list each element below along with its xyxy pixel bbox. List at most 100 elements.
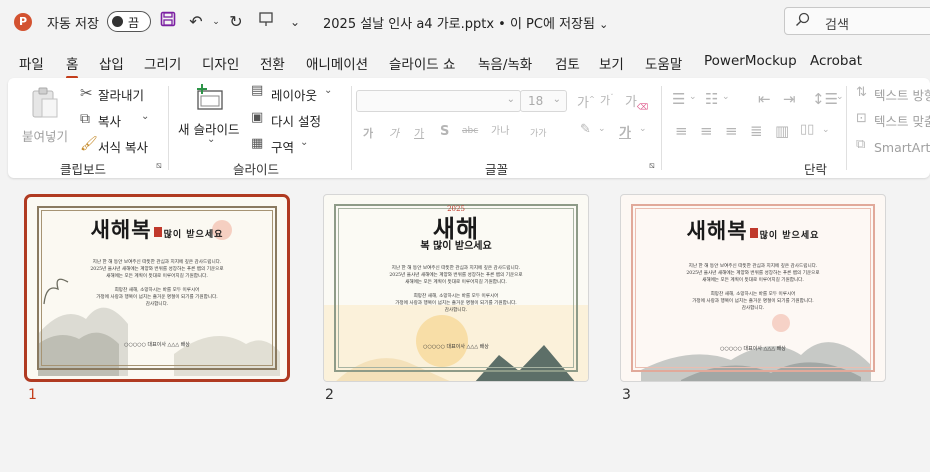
align-center-icon[interactable]: ≡: [700, 122, 713, 140]
document-title[interactable]: 2025 설날 인사 a4 가로.pptx • 이 PC에 저장됨 ⌄: [323, 13, 608, 32]
document-title-text: 2025 설날 인사 a4 가로.pptx • 이 PC에 저장됨: [323, 17, 595, 32]
columns-icon[interactable]: ▯▯: [800, 122, 814, 137]
tab-slideshow[interactable]: 슬라이드 쇼: [389, 53, 455, 73]
tab-record[interactable]: 녹음/녹화: [478, 53, 532, 73]
increase-indent-icon[interactable]: ⇥: [783, 90, 796, 108]
autosave-state: 끔: [128, 16, 140, 30]
strikethrough-icon[interactable]: abc: [462, 126, 478, 136]
highlight-icon[interactable]: ✎: [580, 122, 591, 137]
slide-2-canvas: 2025 새해 복 많이 받으세요 지난 한 해 동안 보여주신 따뜻한 관심과…: [323, 194, 589, 382]
search-input[interactable]: 검색: [784, 7, 930, 35]
line-spacing-dropdown-icon[interactable]: ⌄: [836, 92, 844, 102]
numbering-icon[interactable]: ☷: [705, 90, 718, 108]
tab-view[interactable]: 보기: [599, 53, 624, 73]
tab-animations[interactable]: 애니메이션: [306, 53, 368, 73]
tab-insert[interactable]: 삽입: [99, 53, 124, 73]
slide-thumbnail-1[interactable]: 새해복 많이 받으세요 지난 한 해 동안 보여주신 따뜻한 관심과 지지에 깊은…: [24, 194, 290, 382]
seal-icon: [749, 227, 758, 238]
undo-icon[interactable]: ↶: [186, 11, 206, 33]
powerpoint-app-icon[interactable]: P: [14, 13, 32, 31]
save-icon[interactable]: [158, 11, 178, 33]
present-icon[interactable]: [256, 11, 276, 33]
tab-home[interactable]: 홈: [66, 53, 79, 79]
grow-font-icon[interactable]: 가^: [577, 92, 595, 111]
tab-file[interactable]: 파일: [19, 53, 44, 73]
slide-2-signature: ○○○○○ 대표이사 △△△ 배상: [423, 344, 489, 350]
slide-1-signature: ○○○○○ 대표이사 △△△ 배상: [124, 342, 190, 348]
smartart-icon: ⧉: [856, 137, 866, 152]
paste-button[interactable]: 붙여넣기: [20, 84, 70, 146]
autosave-toggle[interactable]: 끔: [107, 11, 151, 32]
copy-button[interactable]: 복사: [98, 111, 121, 130]
slide-thumbnail-3[interactable]: 새해복 많이 받으세요 지난 한 해 동안 보여주신 따뜻한 관심과 지지에 깊은…: [620, 194, 886, 382]
tab-design[interactable]: 디자인: [202, 53, 239, 73]
font-color-dropdown-icon[interactable]: ⌄: [639, 124, 647, 134]
font-group-label: 글꼴: [485, 162, 509, 177]
clear-formatting-icon[interactable]: 가⌫: [625, 91, 648, 112]
slide-thumbnail-2[interactable]: 2025 새해 복 많이 받으세요 지난 한 해 동안 보여주신 따뜻한 관심과…: [323, 194, 589, 382]
bullets-dropdown-icon[interactable]: ⌄: [689, 92, 697, 102]
slide-1-body: 지난 한 해 동안 보여주신 따뜻한 관심과 지지에 깊은 감사드립니다. 202…: [90, 260, 224, 307]
format-painter-icon: 🖌: [80, 136, 98, 152]
slide-1-title: 새해복 많이 받으세요: [90, 217, 224, 242]
slide-3-canvas: 새해복 많이 받으세요 지난 한 해 동안 보여주신 따뜻한 관심과 지지에 깊은…: [620, 194, 886, 382]
smartart-button[interactable]: SmartArt로: [874, 137, 930, 156]
new-slide-button[interactable]: 새 슬라이드 ⌄: [176, 82, 246, 152]
slide-1-canvas: 새해복 많이 받으세요 지난 한 해 동안 보여주신 따뜻한 관심과 지지에 깊은…: [24, 194, 290, 382]
font-launcher-icon[interactable]: ⧅: [649, 161, 655, 171]
group-divider: [846, 86, 847, 170]
copy-dropdown-icon[interactable]: ⌄: [141, 111, 149, 122]
slide-3-signature: ○○○○○ 대표이사 △△△ 배상: [720, 346, 786, 352]
underline-button[interactable]: 가: [414, 125, 424, 141]
clipboard-launcher-icon[interactable]: ⧅: [156, 161, 162, 171]
ribbon-tabs: 파일 홈 삽입 그리기 디자인 전환 애니메이션 슬라이드 쇼 녹음/녹화 검토…: [0, 48, 930, 79]
align-right-icon[interactable]: ≡: [725, 122, 738, 140]
tab-review[interactable]: 검토: [555, 53, 580, 73]
font-size-dropdown[interactable]: 18 ⌄: [520, 90, 567, 112]
character-spacing-button[interactable]: 가나: [491, 122, 509, 137]
distributed-icon[interactable]: ▥: [775, 122, 789, 140]
section-dropdown-icon[interactable]: ⌄: [300, 137, 308, 148]
font-name-dropdown[interactable]: ⌄: [356, 90, 521, 112]
numbering-dropdown-icon[interactable]: ⌄: [722, 92, 730, 102]
slide-3-title: 새해복 많이 받으세요: [686, 218, 820, 243]
justify-icon[interactable]: ≣: [750, 122, 763, 140]
search-placeholder: 검색: [825, 18, 849, 33]
qat-more-icon[interactable]: ⌄: [285, 11, 305, 33]
paste-icon: [32, 87, 58, 118]
font-color-button[interactable]: 가: [619, 122, 631, 141]
tab-acrobat[interactable]: Acrobat: [810, 53, 862, 69]
layout-button[interactable]: 레이아웃: [271, 85, 317, 104]
tab-help[interactable]: 도움말: [645, 53, 682, 73]
decrease-indent-icon[interactable]: ⇤: [758, 90, 771, 108]
layout-dropdown-icon[interactable]: ⌄: [324, 85, 332, 96]
slide-number-2: 2: [325, 387, 334, 403]
autosave-label: 자동 저장: [47, 17, 99, 32]
tab-transitions[interactable]: 전환: [260, 53, 285, 73]
format-painter-button[interactable]: 서식 복사: [98, 137, 148, 156]
bold-button[interactable]: 가: [363, 125, 373, 141]
change-case-button[interactable]: 가가: [530, 126, 547, 139]
slides-group-label: 슬라이드: [233, 162, 280, 177]
line-spacing-icon[interactable]: ↕☰: [812, 90, 838, 108]
text-direction-button[interactable]: 텍스트 방향: [874, 85, 930, 104]
align-left-icon[interactable]: ≡: [675, 122, 688, 140]
section-button[interactable]: 구역: [271, 137, 294, 156]
shrink-font-icon[interactable]: 가ˇ: [600, 92, 614, 108]
title-bar: P 자동 저장 끔 ↶ ⌄ ↻ ⌄ 2025 설날 인사 a4 가로.pptx …: [0, 0, 930, 44]
tab-draw[interactable]: 그리기: [144, 53, 181, 73]
section-icon: ▦: [251, 136, 264, 151]
highlight-dropdown-icon[interactable]: ⌄: [598, 124, 606, 134]
columns-dropdown-icon[interactable]: ⌄: [822, 125, 830, 135]
text-direction-icon: ⇅: [856, 85, 867, 100]
tab-powermockup[interactable]: PowerMockup: [704, 53, 797, 69]
reset-button[interactable]: 다시 설정: [271, 111, 321, 130]
italic-button[interactable]: 가: [389, 125, 399, 141]
group-divider: [168, 86, 169, 170]
redo-icon[interactable]: ↻: [226, 11, 246, 33]
cut-button[interactable]: 잘라내기: [98, 85, 144, 104]
undo-dropdown-icon[interactable]: ⌄: [206, 11, 226, 33]
align-text-button[interactable]: 텍스트 맞춤: [874, 111, 930, 130]
bullets-icon[interactable]: ☰: [672, 90, 685, 108]
shadow-button[interactable]: S: [440, 124, 449, 139]
